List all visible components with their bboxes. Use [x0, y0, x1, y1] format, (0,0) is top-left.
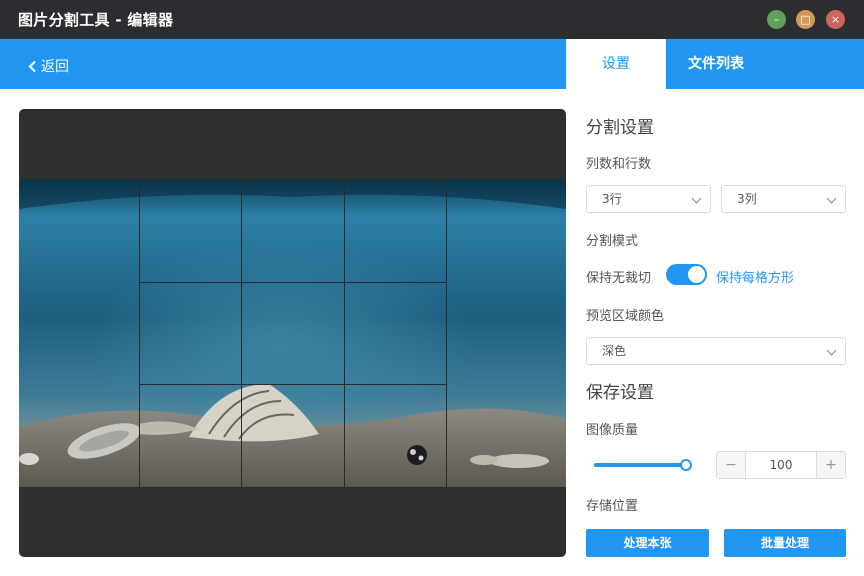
- grid-cell: [343, 281, 447, 386]
- rows-cols-label: 列数和行数: [586, 157, 652, 172]
- quality-slider[interactable]: [594, 463, 686, 467]
- rows-select[interactable]: 3行: [586, 185, 711, 213]
- quality-slider-handle[interactable]: [680, 459, 692, 471]
- mode-off-label: 保持无裁切: [586, 271, 652, 286]
- grid-cell: [343, 179, 447, 283]
- grid-cell: [343, 384, 447, 488]
- grid-cell: [139, 281, 243, 386]
- batch-process-button[interactable]: 批量处理: [724, 529, 846, 557]
- cols-select-value: 3列: [737, 192, 757, 206]
- title-bar: 图片分割工具 - 编辑器 – □ ×: [0, 0, 864, 39]
- maximize-button[interactable]: □: [796, 10, 815, 29]
- tab-settings[interactable]: 设置: [566, 39, 666, 89]
- nav-bar: 返回 设置 文件列表: [0, 39, 864, 89]
- close-button[interactable]: ×: [826, 10, 845, 29]
- back-label: 返回: [41, 59, 69, 75]
- grid-cell: [241, 281, 345, 386]
- mode-on-label: 保持每格方形: [716, 271, 795, 286]
- window-title: 图片分割工具 - 编辑器: [18, 11, 174, 29]
- preview-color-label: 预览区域颜色: [586, 309, 665, 324]
- location-label: 存储位置: [586, 499, 639, 514]
- save-settings-title: 保存设置: [586, 383, 654, 403]
- grid-cell: [241, 384, 345, 488]
- quality-input[interactable]: 100: [745, 452, 817, 478]
- mode-label: 分割模式: [586, 234, 639, 249]
- quality-stepper: − 100 +: [716, 451, 846, 479]
- grid-cell: [241, 179, 345, 283]
- chevron-left-icon: [28, 60, 36, 72]
- increment-button[interactable]: +: [817, 452, 845, 478]
- back-button[interactable]: 返回: [28, 56, 69, 76]
- split-grid: [139, 179, 447, 488]
- cols-select[interactable]: 3列: [721, 185, 846, 213]
- preview-area: [19, 109, 566, 557]
- decrement-button[interactable]: −: [717, 452, 745, 478]
- rows-select-value: 3行: [602, 192, 622, 206]
- preview-color-select[interactable]: 深色: [586, 337, 846, 365]
- preview-color-value: 深色: [602, 344, 627, 358]
- tab-file-list[interactable]: 文件列表: [666, 39, 766, 89]
- mode-toggle[interactable]: [666, 264, 707, 285]
- grid-cell: [139, 179, 243, 283]
- quality-label: 图像质量: [586, 423, 639, 438]
- process-one-button[interactable]: 处理本张: [586, 529, 709, 557]
- split-settings-title: 分割设置: [586, 118, 654, 138]
- toggle-knob: [688, 266, 705, 283]
- minimize-button[interactable]: –: [767, 10, 786, 29]
- grid-cell: [139, 384, 243, 488]
- chevron-down-icon: [826, 193, 837, 204]
- chevron-down-icon: [826, 345, 837, 356]
- chevron-down-icon: [691, 193, 702, 204]
